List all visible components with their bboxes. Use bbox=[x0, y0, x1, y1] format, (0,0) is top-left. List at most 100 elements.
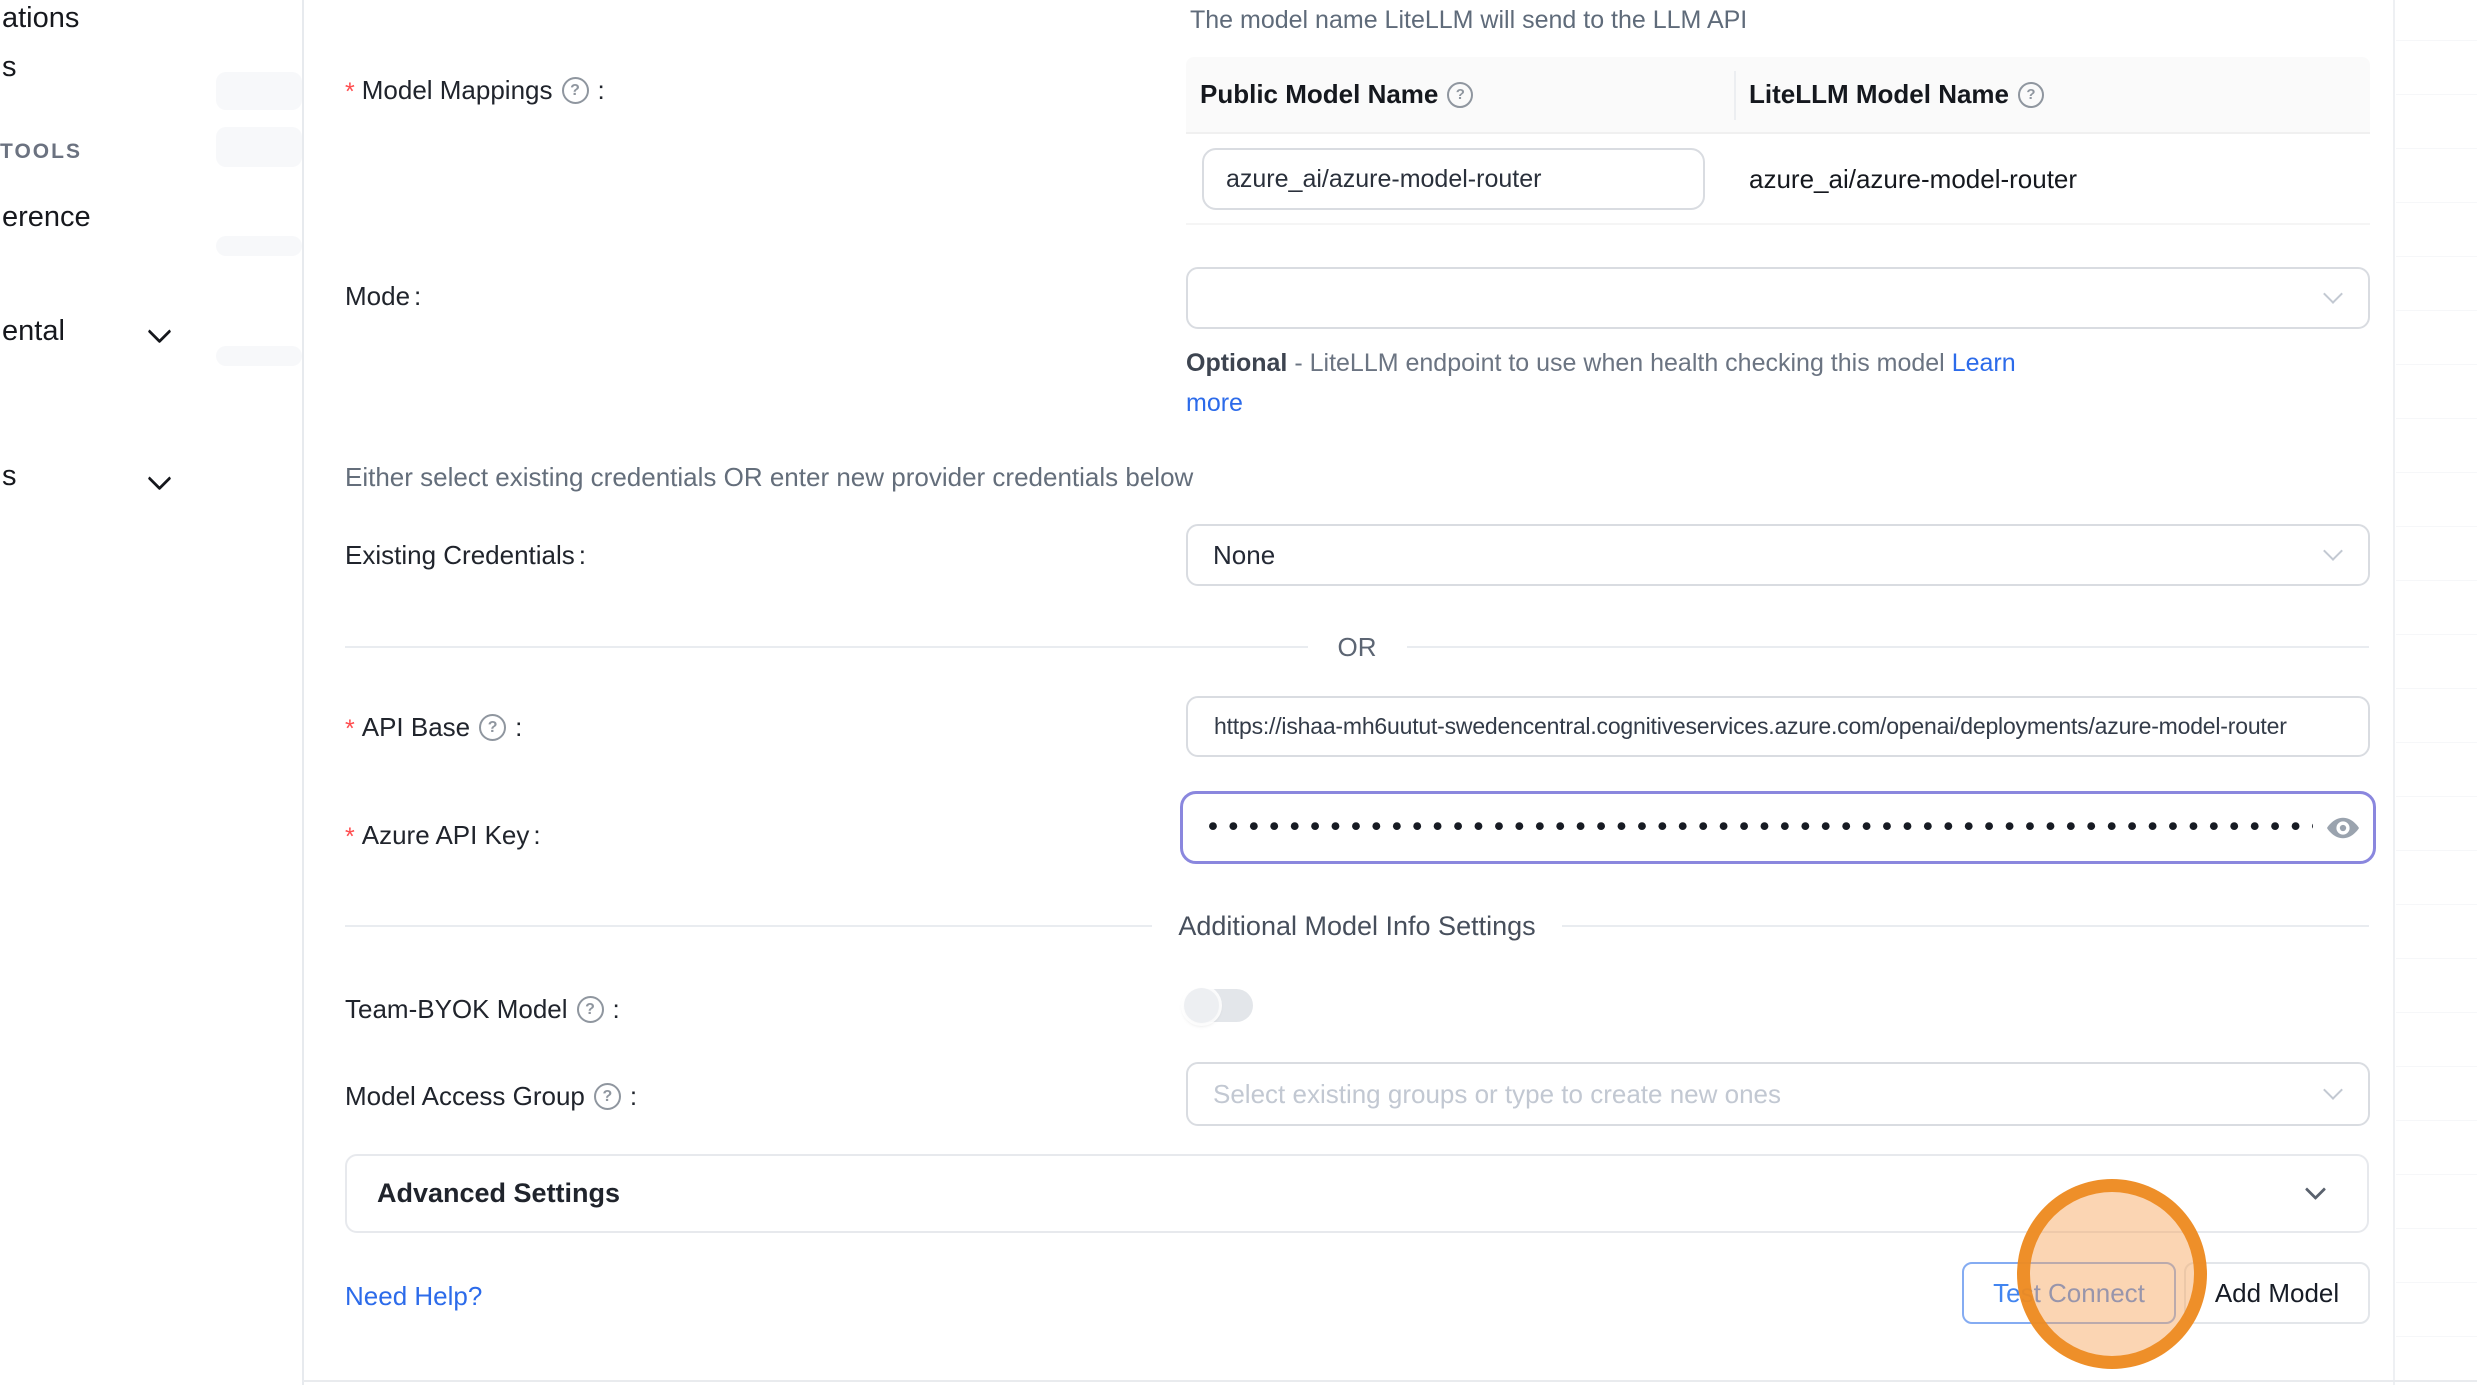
required-asterisk: * bbox=[345, 78, 355, 107]
eye-icon bbox=[2325, 810, 2361, 846]
public-model-name-field[interactable] bbox=[1202, 148, 1705, 210]
bg-row-line bbox=[2396, 688, 2477, 689]
existing-credentials-select[interactable]: None bbox=[1186, 524, 2370, 586]
bg-row-line bbox=[2396, 958, 2477, 959]
azure-api-key-label: * Azure API Key : bbox=[345, 819, 541, 852]
bg-row-line bbox=[2396, 1120, 2477, 1121]
chevron-down-icon bbox=[2323, 541, 2343, 561]
chevron-down-icon bbox=[147, 466, 171, 490]
bg-row-line bbox=[2396, 40, 2477, 41]
or-divider: OR bbox=[345, 632, 2369, 662]
help-icon[interactable]: ? bbox=[479, 714, 506, 741]
bg-row-line bbox=[2396, 148, 2477, 149]
public-model-name-input[interactable] bbox=[1204, 150, 1703, 208]
need-help-link[interactable]: Need Help? bbox=[345, 1281, 482, 1312]
bg-row-line bbox=[2396, 850, 2477, 851]
bg-row-line bbox=[2396, 472, 2477, 473]
additional-info-divider: Additional Model Info Settings bbox=[345, 911, 2369, 941]
learn-more-link[interactable]: Learn bbox=[1952, 349, 2016, 377]
divider-line bbox=[345, 925, 1152, 927]
model-access-group-select[interactable]: Select existing groups or type to create… bbox=[1186, 1062, 2370, 1126]
bg-row-line bbox=[2396, 1282, 2477, 1283]
required-asterisk: * bbox=[345, 715, 355, 744]
mode-help-text-line2: more bbox=[1186, 389, 1243, 418]
bg-row-line bbox=[2396, 310, 2477, 311]
azure-api-key-field[interactable] bbox=[1180, 791, 2376, 864]
existing-credentials-value: None bbox=[1188, 540, 1275, 571]
modal-footer-divider bbox=[303, 1380, 2477, 1382]
model-mappings-table: Public Model Name ? LiteLLM Model Name ?… bbox=[1186, 57, 2370, 225]
bg-row-line bbox=[2396, 1228, 2477, 1229]
api-base-field[interactable] bbox=[1186, 696, 2370, 757]
bg-row-line bbox=[2396, 256, 2477, 257]
chevron-down-icon bbox=[2323, 284, 2343, 304]
mode-help-text: Optional - LiteLLM endpoint to use when … bbox=[1186, 349, 2016, 378]
model-access-group-placeholder: Select existing groups or type to create… bbox=[1188, 1079, 1781, 1110]
sidebar-item-experimental[interactable]: ental bbox=[2, 315, 65, 348]
help-icon[interactable]: ? bbox=[562, 77, 589, 104]
toggle-password-visibility-button[interactable] bbox=[2313, 794, 2373, 861]
advanced-settings-header[interactable]: Advanced Settings bbox=[345, 1154, 2369, 1233]
advanced-settings-title: Advanced Settings bbox=[347, 1178, 620, 1209]
toggle-knob bbox=[1184, 988, 1219, 1023]
sidebar-faint-row bbox=[216, 127, 302, 167]
test-connect-button[interactable]: Test Connect bbox=[1962, 1262, 2176, 1324]
table-column-divider bbox=[1734, 71, 1736, 120]
help-icon[interactable]: ? bbox=[594, 1083, 621, 1110]
sidebar-item-models[interactable]: s bbox=[2, 51, 17, 84]
learn-more-link[interactable]: more bbox=[1186, 389, 1243, 417]
table-row: azure_ai/azure-model-router bbox=[1186, 134, 2370, 225]
bg-row-line bbox=[2396, 1066, 2477, 1067]
bg-row-line bbox=[2396, 364, 2477, 365]
bg-row-line bbox=[2396, 904, 2477, 905]
sidebar-faint-row bbox=[216, 72, 302, 110]
sidebar-section-tools: TOOLS bbox=[0, 140, 82, 164]
bg-row-line bbox=[2396, 634, 2477, 635]
bg-row-line bbox=[2396, 742, 2477, 743]
sidebar-faint-row bbox=[216, 346, 302, 366]
bg-row-line bbox=[2396, 202, 2477, 203]
mode-select[interactable] bbox=[1186, 267, 2370, 329]
bg-row-line bbox=[2396, 796, 2477, 797]
sidebar-item-settings[interactable]: s bbox=[2, 460, 17, 493]
sidebar-divider bbox=[302, 0, 304, 1385]
sidebar-faint-row bbox=[216, 236, 302, 256]
chevron-down-icon bbox=[2323, 1080, 2343, 1100]
bg-row-line bbox=[2396, 94, 2477, 95]
bg-row-line bbox=[2396, 526, 2477, 527]
help-icon[interactable]: ? bbox=[1447, 82, 1473, 108]
model-mappings-label: * Model Mappings ? : bbox=[345, 74, 605, 107]
or-divider-text: OR bbox=[1308, 632, 1407, 663]
mode-label: Mode: bbox=[345, 281, 421, 312]
azure-api-key-input[interactable] bbox=[1183, 812, 2313, 843]
help-icon[interactable]: ? bbox=[2018, 82, 2044, 108]
add-model-button[interactable]: Add Model bbox=[2184, 1262, 2370, 1324]
bg-row-line bbox=[2396, 1012, 2477, 1013]
help-icon[interactable]: ? bbox=[577, 996, 604, 1023]
table-header-row: Public Model Name ? LiteLLM Model Name ? bbox=[1186, 57, 2370, 134]
chevron-down-icon bbox=[2305, 1178, 2326, 1199]
litellm-model-name-header: LiteLLM Model Name ? bbox=[1734, 79, 2049, 110]
divider-line bbox=[1562, 925, 2369, 927]
team-byok-label: Team-BYOK Model ? : bbox=[345, 994, 620, 1025]
model-name-help-text: The model name LiteLLM will send to the … bbox=[1190, 6, 1747, 35]
public-model-name-header: Public Model Name ? bbox=[1186, 79, 1734, 110]
litellm-model-name-value: azure_ai/azure-model-router bbox=[1749, 134, 2077, 225]
api-base-label: * API Base ? : bbox=[345, 711, 522, 744]
required-asterisk: * bbox=[345, 823, 355, 852]
existing-credentials-label: Existing Credentials: bbox=[345, 540, 586, 571]
sidebar-item-integrations[interactable]: ations bbox=[2, 2, 79, 35]
bg-row-line bbox=[2396, 1336, 2477, 1337]
modal-right-edge bbox=[2393, 0, 2395, 1385]
api-base-input[interactable] bbox=[1188, 698, 2368, 755]
add-model-page: ations s TOOLS erence ental s The model … bbox=[0, 0, 2477, 1385]
additional-info-divider-text: Additional Model Info Settings bbox=[1152, 911, 1561, 942]
model-access-group-label: Model Access Group ? : bbox=[345, 1081, 637, 1112]
team-byok-toggle[interactable] bbox=[1186, 989, 1253, 1022]
bg-row-line bbox=[2396, 580, 2477, 581]
credentials-note: Either select existing credentials OR en… bbox=[345, 462, 1193, 493]
sidebar-item-inference[interactable]: erence bbox=[2, 201, 91, 234]
bg-row-line bbox=[2396, 1174, 2477, 1175]
divider-line bbox=[345, 646, 1308, 648]
divider-line bbox=[1407, 646, 2370, 648]
